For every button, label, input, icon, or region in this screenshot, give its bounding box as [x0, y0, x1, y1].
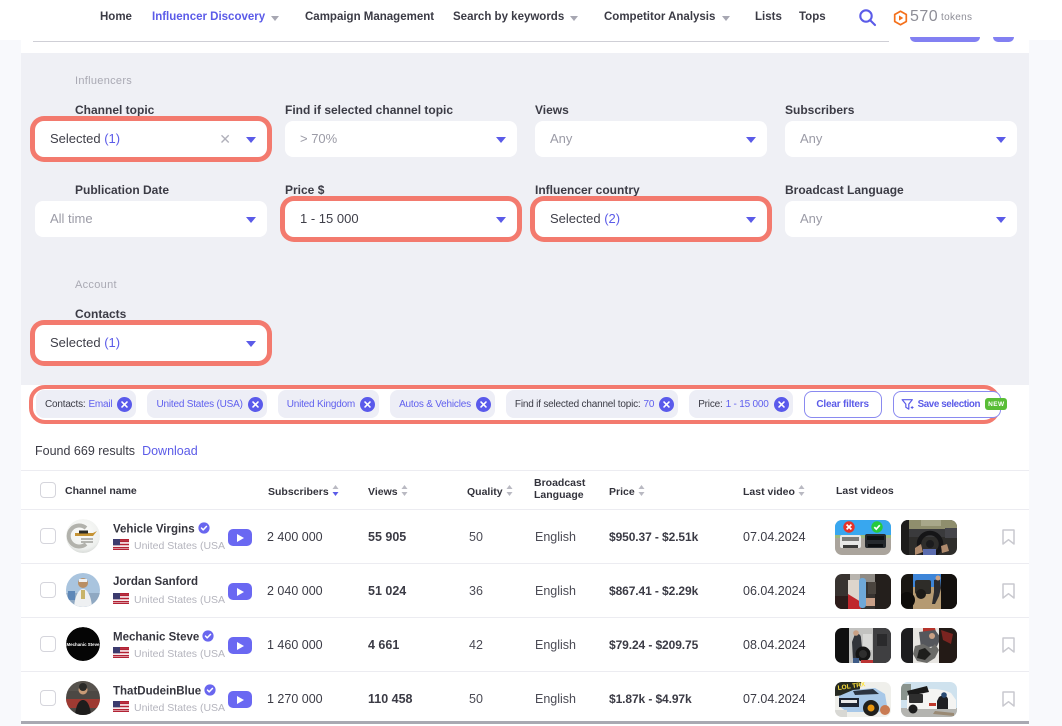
svg-text:Mechanic Steve: Mechanic Steve [67, 642, 100, 647]
